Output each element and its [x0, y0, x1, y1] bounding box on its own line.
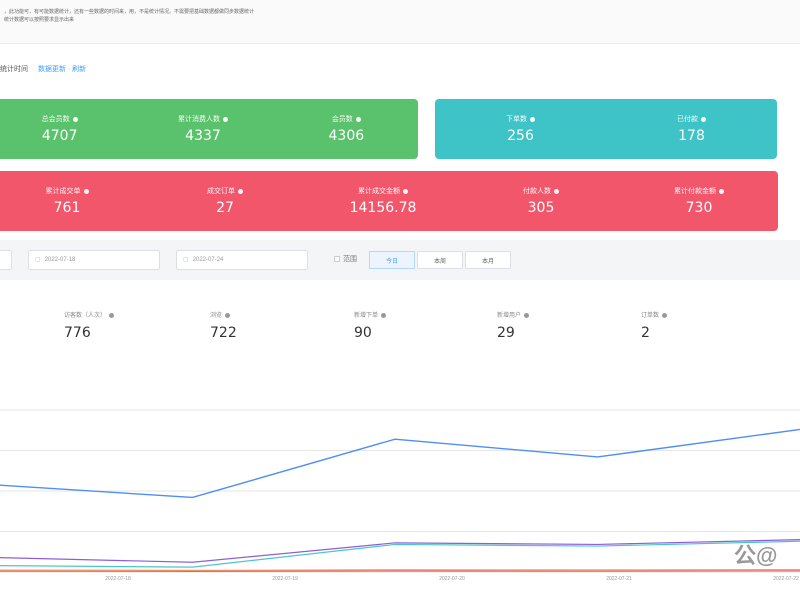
end-date-input[interactable]: ▢ 2022-07-24 [176, 250, 308, 270]
metric-new-orders: 新增下单 90 [354, 310, 387, 341]
info-icon[interactable] [109, 312, 115, 318]
segment-month[interactable]: 本月 [465, 251, 511, 269]
metric-views: 浏览 722 [210, 310, 237, 341]
stat-label: 累计付款金额 [674, 188, 716, 195]
stat-label: 会员数 [331, 116, 353, 123]
stat-label: 成交订单 [207, 188, 235, 195]
range-checkbox[interactable]: 范围 [334, 254, 357, 264]
stat-value: 4337 [185, 128, 221, 144]
metric-new-users: 新增用户 29 [497, 310, 530, 341]
metric-visitors: 访客数（人次） 776 [64, 310, 115, 341]
stat-value: 4306 [328, 128, 365, 144]
series-line-3 [0, 568, 800, 571]
calendar-icon: ▢ [183, 257, 189, 263]
refresh-link[interactable]: 数据更新 · 刷新 [38, 66, 86, 73]
metric-value: 722 [210, 325, 237, 341]
series-line-1 [0, 539, 800, 563]
notice-line: ，此功能可，有可能数据统计，还有一些数据的时间来，用，不是统计情况。不需要把基础… [4, 9, 255, 15]
stat-orders-paid: 已付款 178 [606, 114, 777, 144]
x-tick-label: 2022-07-22 [773, 576, 799, 582]
metric-order-count: 订单数 2 [641, 310, 668, 341]
series-line-0 [0, 428, 800, 499]
stat-item: 成交订单 27 [146, 186, 304, 216]
info-icon[interactable] [662, 312, 668, 318]
stat-label: 累计成交金额 [358, 188, 400, 195]
metric-label: 新增下单 [354, 313, 379, 319]
info-icon[interactable] [701, 116, 706, 122]
metric-value: 2 [641, 325, 650, 341]
stat-value: 4707 [41, 128, 78, 144]
filter-select[interactable] [0, 250, 12, 270]
stat-item: 累计成交单 761 [0, 186, 146, 216]
stat-label: 下单数 [506, 116, 527, 123]
stat-value: 256 [507, 128, 534, 144]
info-icon[interactable] [524, 312, 530, 318]
range-label: 范围 [343, 256, 357, 263]
watermark-logo: 公@ [734, 543, 778, 568]
notice-banner: ，此功能可，有可能数据统计，还有一些数据的时间来，用，不是统计情况。不需要把基础… [0, 0, 800, 44]
stat-value: 14156.78 [349, 200, 417, 216]
stat-label: 付款人数 [523, 188, 551, 195]
info-icon[interactable] [381, 312, 387, 318]
metric-label: 访客数（人次） [64, 313, 107, 319]
stat-item: 付款人数 305 [462, 186, 620, 216]
start-date-value: 2022-07-18 [44, 257, 76, 263]
info-icon[interactable] [719, 188, 724, 194]
stat-label: 累计成交单 [45, 188, 81, 195]
transaction-stats-card: 累计成交单 761 成交订单 27 累计成交金额 14156.78 付款人数 3… [0, 171, 778, 231]
info-icon[interactable] [355, 116, 361, 122]
trend-line-chart: 2022-07-18 2022-07-19 2022-07-20 2022-07-21… [0, 409, 800, 582]
stat-item: 累计付款金额 730 [620, 186, 778, 216]
info-icon[interactable] [238, 188, 243, 194]
x-tick-label: 2022-07-18 [105, 576, 131, 582]
stat-value: 761 [53, 200, 81, 216]
series-line-2 [0, 540, 800, 568]
stat-value: 305 [527, 200, 555, 216]
stat-label: 总会员数 [41, 116, 70, 123]
stat-orders-placed: 下单数 256 [435, 114, 606, 144]
calendar-icon: ▢ [35, 257, 41, 263]
stat-members: 会员数 4306 [275, 114, 418, 144]
stat-consumers: 累计消费人数 4337 [131, 114, 274, 144]
checkbox-icon[interactable] [334, 256, 340, 263]
order-stats-card: 下单数 256 已付款 178 [435, 99, 777, 159]
metric-value: 776 [64, 325, 91, 341]
member-stats-card: 总会员数 4707 累计消费人数 4337 会员数 4306 [0, 99, 418, 159]
x-tick-label: 2022-07-19 [272, 576, 298, 582]
metric-label: 订单数 [641, 313, 660, 319]
stat-total-members: 总会员数 4707 [0, 114, 131, 144]
info-icon[interactable] [554, 188, 559, 194]
info-icon[interactable] [72, 116, 78, 122]
stats-time-label: 统计时间 [0, 66, 28, 73]
metric-value: 90 [354, 325, 372, 341]
segment-week[interactable]: 本周 [417, 251, 463, 269]
end-date-value: 2022-07-24 [192, 257, 224, 263]
info-icon[interactable] [222, 116, 228, 122]
stat-value: 178 [678, 128, 705, 144]
info-icon[interactable] [225, 312, 231, 318]
stat-item: 累计成交金额 14156.78 [304, 186, 462, 216]
stat-label: 已付款 [677, 116, 698, 123]
segment-today[interactable]: 今日 [369, 251, 415, 269]
metrics-row: 访客数（人次） 776 浏览 722 新增下单 90 新增用户 29 订单数 2 [0, 310, 800, 350]
metric-label: 新增用户 [497, 313, 522, 319]
stat-value: 27 [216, 200, 234, 216]
stat-value: 730 [685, 200, 713, 216]
info-icon[interactable] [83, 188, 89, 194]
info-icon[interactable] [403, 188, 408, 194]
notice-line: 统计数据可以按照要求显示出来 [4, 17, 75, 23]
stat-label: 累计消费人数 [177, 116, 220, 123]
metric-value: 29 [497, 325, 515, 341]
stats-subheader: 统计时间 数据更新 · 刷新 [0, 64, 86, 78]
info-icon[interactable] [530, 116, 535, 122]
metric-label: 浏览 [210, 313, 223, 319]
start-date-input[interactable]: ▢ 2022-07-18 [28, 250, 160, 270]
x-tick-label: 2022-07-20 [439, 576, 465, 582]
x-tick-label: 2022-07-21 [606, 576, 632, 582]
